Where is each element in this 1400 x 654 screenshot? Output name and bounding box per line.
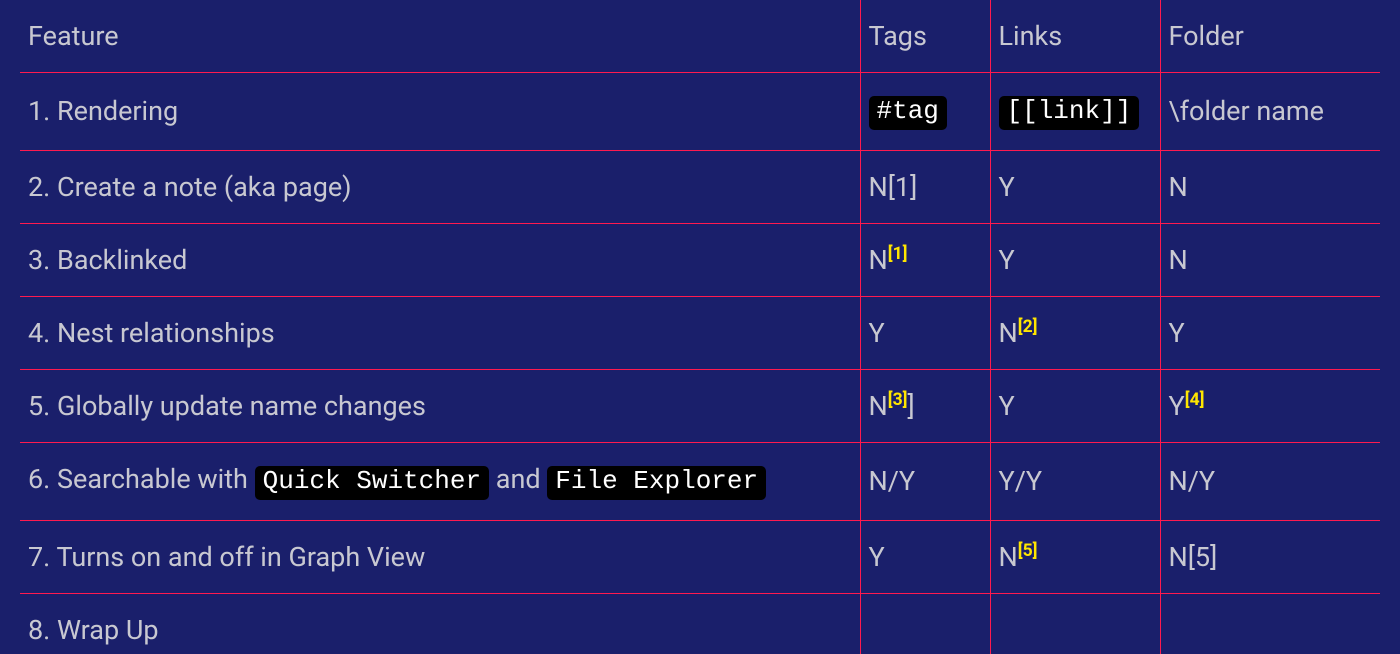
links-cell: N[5] [990,520,1160,593]
col-header-tags: Tags [860,0,990,73]
links-cell: Y [990,369,1160,442]
feature-cell: 6. Searchable with Quick Switcher and Fi… [20,442,860,520]
table-row: 1. Rendering #tag [[link]] \folder name [20,73,1380,151]
col-header-feature: Feature [20,0,860,73]
tag-code: #tag [869,96,947,130]
links-cell: Y/Y [990,442,1160,520]
table-row: 5. Globally update name changes N[3]] Y … [20,369,1380,442]
inline-code: File Explorer [547,466,766,500]
links-cell [990,593,1160,654]
feature-text: 6. Searchable with [28,463,255,495]
table-row: 2. Create a note (aka page) N[1] Y N [20,150,1380,223]
link-code: [[link]] [999,96,1140,130]
feature-cell: 3. Backlinked [20,223,860,296]
links-cell: Y [990,150,1160,223]
folder-cell: Y [1160,296,1380,369]
feature-cell: 2. Create a note (aka page) [20,150,860,223]
feature-cell: 7. Turns on and off in Graph View [20,520,860,593]
footnote-ref[interactable]: [4] [1185,390,1205,410]
footnote-ref[interactable]: [3] [888,390,908,410]
links-cell: Y [990,223,1160,296]
value-text: Y [1169,390,1185,422]
footnote-ref[interactable]: [2] [1018,317,1038,337]
table-header-row: Feature Tags Links Folder [20,0,1380,73]
tags-cell: Y [860,520,990,593]
feature-comparison-table: Feature Tags Links Folder 1. Rendering #… [20,0,1380,654]
tags-cell: Y [860,296,990,369]
value-text: N [869,390,888,422]
folder-cell: N[5] [1160,520,1380,593]
value-text: N [869,244,888,276]
tags-cell: N[1] [860,150,990,223]
feature-cell: 4. Nest relationships [20,296,860,369]
tags-cell: #tag [860,73,990,151]
tags-cell: N[3]] [860,369,990,442]
folder-cell [1160,593,1380,654]
value-tail: ] [908,390,915,422]
value-text: N [999,317,1018,349]
tags-cell: N/Y [860,442,990,520]
value-text: N [999,541,1018,573]
inline-code: Quick Switcher [255,466,489,500]
tags-cell [860,593,990,654]
footnote-ref[interactable]: [5] [1018,541,1038,561]
col-header-folder: Folder [1160,0,1380,73]
feature-cell: 1. Rendering [20,73,860,151]
table-row: 7. Turns on and off in Graph View Y N[5]… [20,520,1380,593]
feature-cell: 5. Globally update name changes [20,369,860,442]
footnote-ref[interactable]: [1] [888,244,908,264]
feature-text: and [489,463,547,495]
feature-cell: 8. Wrap Up [20,593,860,654]
folder-cell: \folder name [1160,73,1380,151]
folder-cell: N/Y [1160,442,1380,520]
folder-cell: N [1160,223,1380,296]
table-row: 3. Backlinked N[1] Y N [20,223,1380,296]
links-cell: [[link]] [990,73,1160,151]
folder-cell: Y[4] [1160,369,1380,442]
tags-cell: N[1] [860,223,990,296]
table-row: 4. Nest relationships Y N[2] Y [20,296,1380,369]
table-row: 6. Searchable with Quick Switcher and Fi… [20,442,1380,520]
table-row: 8. Wrap Up [20,593,1380,654]
col-header-links: Links [990,0,1160,73]
folder-cell: N [1160,150,1380,223]
links-cell: N[2] [990,296,1160,369]
